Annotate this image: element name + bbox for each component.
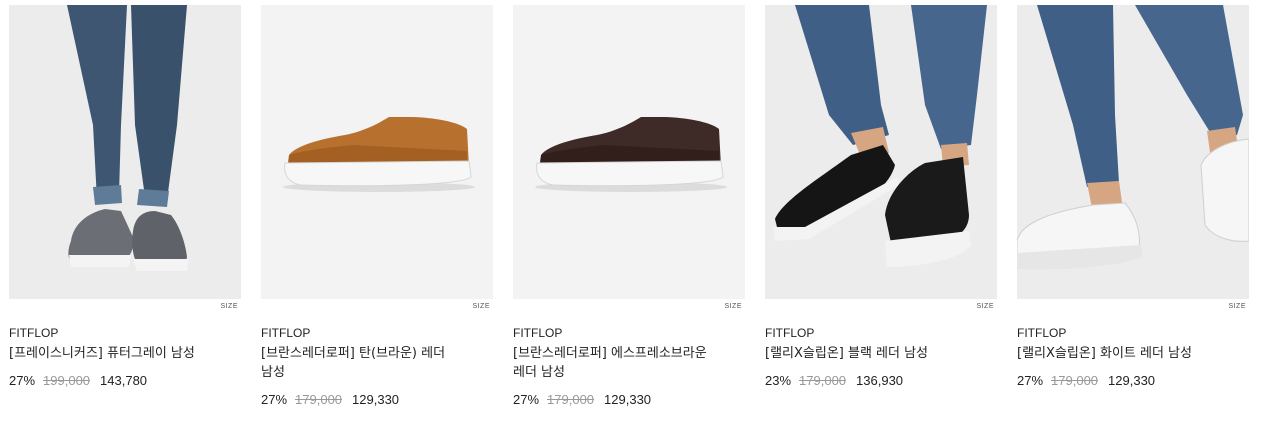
- size-label: SIZE: [976, 303, 994, 310]
- product-name[interactable]: [프레이스니커즈] 퓨터그레이 남성: [9, 344, 209, 363]
- sale-price: 129,330: [604, 392, 652, 407]
- product-image[interactable]: [9, 5, 241, 299]
- price-row: 27% 179,000 129,330: [513, 392, 745, 407]
- brand-name: FITFLOP: [765, 326, 815, 340]
- product-card[interactable]: SIZE FITFLOP [프레이스니커즈] 퓨터그레이 남성 27% 199,…: [9, 5, 241, 407]
- original-price: 179,000: [799, 373, 847, 388]
- product-name[interactable]: [브란스레더로퍼] 에스프레소브라운 레더 남성: [513, 344, 713, 382]
- product-card[interactable]: SIZE FITFLOP [랠리X슬립온] 화이트 레더 남성 27% 179,…: [1017, 5, 1249, 407]
- size-label: SIZE: [724, 303, 742, 310]
- size-label: SIZE: [472, 303, 490, 310]
- price-row: 27% 179,000 129,330: [261, 392, 493, 407]
- original-price: 179,000: [295, 392, 343, 407]
- original-price: 179,000: [1051, 373, 1099, 388]
- price-row: 27% 179,000 129,330: [1017, 373, 1249, 388]
- original-price: 179,000: [547, 392, 595, 407]
- tan-loafer-photo-icon: [261, 5, 493, 299]
- original-price: 199,000: [43, 373, 91, 388]
- sale-price: 136,930: [856, 373, 904, 388]
- product-grid: SIZE FITFLOP [프레이스니커즈] 퓨터그레이 남성 27% 199,…: [9, 5, 1249, 407]
- product-name[interactable]: [랠리X슬립온] 화이트 레더 남성: [1017, 344, 1217, 363]
- brand-name: FITFLOP: [261, 326, 311, 340]
- size-label: SIZE: [220, 303, 238, 310]
- product-card[interactable]: SIZE FITFLOP [랠리X슬립온] 블랙 레더 남성 23% 179,0…: [765, 5, 997, 407]
- discount-rate: 27%: [1017, 373, 1044, 388]
- brand-name: FITFLOP: [1017, 326, 1067, 340]
- product-image[interactable]: [261, 5, 493, 299]
- size-label: SIZE: [1228, 303, 1246, 310]
- product-name[interactable]: [랠리X슬립온] 블랙 레더 남성: [765, 344, 965, 363]
- discount-rate: 27%: [9, 373, 36, 388]
- brand-name: FITFLOP: [513, 326, 563, 340]
- product-card[interactable]: SIZE FITFLOP [브란스레더로퍼] 에스프레소브라운 레더 남성 27…: [513, 5, 745, 407]
- price-row: 27% 199,000 143,780: [9, 373, 241, 388]
- sale-price: 143,780: [100, 373, 148, 388]
- discount-rate: 23%: [765, 373, 792, 388]
- grey-sneaker-model-photo-icon: [9, 5, 241, 299]
- sale-price: 129,330: [352, 392, 400, 407]
- product-name[interactable]: [브란스레더로퍼] 탄(브라운) 레더 남성: [261, 344, 461, 382]
- discount-rate: 27%: [513, 392, 540, 407]
- discount-rate: 27%: [261, 392, 288, 407]
- brand-name: FITFLOP: [9, 326, 59, 340]
- product-image[interactable]: [765, 5, 997, 299]
- sale-price: 129,330: [1108, 373, 1156, 388]
- product-image[interactable]: [1017, 5, 1249, 299]
- price-row: 23% 179,000 136,930: [765, 373, 997, 388]
- white-slipon-model-photo-icon: [1017, 5, 1249, 299]
- espresso-loafer-photo-icon: [513, 5, 745, 299]
- product-card[interactable]: SIZE FITFLOP [브란스레더로퍼] 탄(브라운) 레더 남성 27% …: [261, 5, 493, 407]
- product-image[interactable]: [513, 5, 745, 299]
- black-slipon-model-photo-icon: [765, 5, 997, 299]
